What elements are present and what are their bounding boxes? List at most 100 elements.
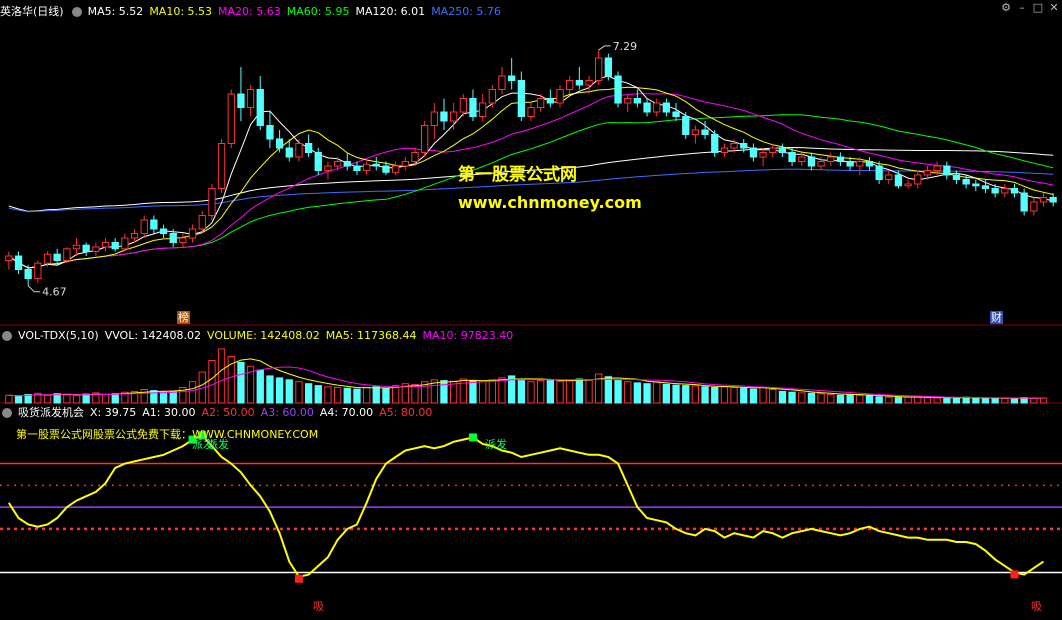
candle-body xyxy=(865,161,874,167)
candle-body xyxy=(92,246,100,252)
candle-body xyxy=(1010,188,1019,194)
volume-bar xyxy=(798,392,806,404)
circle-icon[interactable] xyxy=(2,408,12,418)
volume-bar xyxy=(769,389,777,404)
volume-bar xyxy=(875,396,883,404)
candle-body xyxy=(508,75,516,81)
volume-bar xyxy=(314,385,322,404)
high-price-label: 7.29 xyxy=(613,40,638,53)
xi-signal: 吸 xyxy=(313,600,324,613)
candle-body xyxy=(227,93,235,144)
candle-body xyxy=(749,147,758,158)
volume-bar xyxy=(991,398,999,404)
volume-bar xyxy=(208,360,216,404)
volume-bar xyxy=(285,379,293,404)
candle-body xyxy=(363,163,371,171)
volume-bar xyxy=(382,387,390,404)
volume-bar xyxy=(904,396,912,404)
candle-body xyxy=(275,138,284,149)
candle-body xyxy=(169,233,177,243)
candle-body xyxy=(701,129,709,135)
volume-bar xyxy=(63,394,71,404)
volume-bar xyxy=(701,386,709,404)
circle-icon[interactable] xyxy=(2,331,12,341)
minus-icon[interactable]: – xyxy=(1014,1,1030,14)
volume-bar xyxy=(759,387,767,404)
candle-body xyxy=(179,237,187,243)
candle-body xyxy=(305,143,313,153)
volume-bar xyxy=(807,392,816,404)
candle-body xyxy=(798,156,806,162)
indicator-legend-item: A5: 80.00 xyxy=(379,406,433,419)
window-controls: ⚙ – □ ✕ xyxy=(998,1,1062,14)
candle-body xyxy=(14,255,23,270)
volume-bar xyxy=(343,387,351,404)
circle-icon[interactable] xyxy=(71,7,82,17)
candle-body xyxy=(595,57,603,81)
volume-bar xyxy=(749,388,758,404)
candle-body xyxy=(885,174,893,180)
volume-bar xyxy=(82,393,90,404)
watermark-url: www.chnmoney.com xyxy=(458,193,642,212)
candle-body xyxy=(5,255,13,261)
candle-body xyxy=(846,161,854,167)
bang-marker[interactable]: 榜 xyxy=(177,311,190,324)
candle-body xyxy=(759,152,767,158)
candle-body xyxy=(817,161,825,167)
volume-bar xyxy=(682,385,690,404)
volume-header: VOL-TDX(5,10) VVOL: 142408.02 VOLUME: 1424… xyxy=(0,328,525,344)
candle-body xyxy=(159,228,168,234)
candle-body xyxy=(788,152,796,162)
candle-body xyxy=(488,89,497,104)
volume-bar xyxy=(217,348,226,404)
candle-body xyxy=(769,147,777,153)
cai-marker[interactable]: 财 xyxy=(990,311,1003,324)
volume-bar xyxy=(720,386,729,404)
gear-icon[interactable]: ⚙ xyxy=(998,1,1014,14)
volume-bar xyxy=(846,394,854,404)
candle-body xyxy=(1049,197,1057,203)
volume-bar xyxy=(788,391,796,404)
indicator-legend: X: 39.75 A1: 30.00 A2: 50.00 A3: 60.00 A4: 7… xyxy=(90,406,438,419)
volume-bar xyxy=(169,390,177,404)
volume-bar xyxy=(546,379,555,404)
candle-body xyxy=(1039,197,1048,203)
volume-name[interactable]: VOL-TDX(5,10) xyxy=(18,329,99,342)
volume-bar xyxy=(324,386,332,404)
candle-body xyxy=(575,80,584,86)
volume-bar xyxy=(140,389,148,404)
candle-body xyxy=(43,253,52,264)
xi-signal: 吸 xyxy=(1031,600,1042,613)
volume-bar xyxy=(295,381,303,404)
candle-body xyxy=(952,174,961,180)
volume-bar xyxy=(363,387,371,404)
volume-bar xyxy=(275,377,284,404)
candle-body xyxy=(624,98,632,104)
candle-body xyxy=(188,228,197,239)
candle-body xyxy=(295,143,303,158)
indicator-name[interactable]: 吸货派发机会 xyxy=(18,406,84,419)
candle-body xyxy=(827,156,835,162)
volume-bar xyxy=(5,394,13,404)
candle-body xyxy=(101,242,110,248)
stock-name[interactable]: 英洛华(日线) xyxy=(0,5,64,18)
candle-body xyxy=(972,183,980,187)
candle-body xyxy=(324,165,332,171)
candle-body xyxy=(1001,188,1009,194)
close-icon[interactable]: ✕ xyxy=(1046,1,1062,14)
volume-bar xyxy=(111,393,119,404)
volume-bar xyxy=(981,397,990,404)
volume-bar xyxy=(305,383,313,404)
volume-bar xyxy=(914,396,922,404)
candle-body xyxy=(314,152,322,171)
indicator-legend-item: A2: 50.00 xyxy=(201,406,255,419)
volume-bar xyxy=(188,381,197,404)
candle-body xyxy=(691,129,700,135)
ma-legend-item: MA60: 5.95 xyxy=(286,5,350,18)
candle-body xyxy=(411,152,419,162)
candle-body xyxy=(778,147,787,153)
high-pointer xyxy=(598,45,611,51)
volume-bar xyxy=(498,377,506,404)
low-price-label: 4.67 xyxy=(42,286,67,299)
expand-icon[interactable]: □ xyxy=(1030,1,1046,14)
